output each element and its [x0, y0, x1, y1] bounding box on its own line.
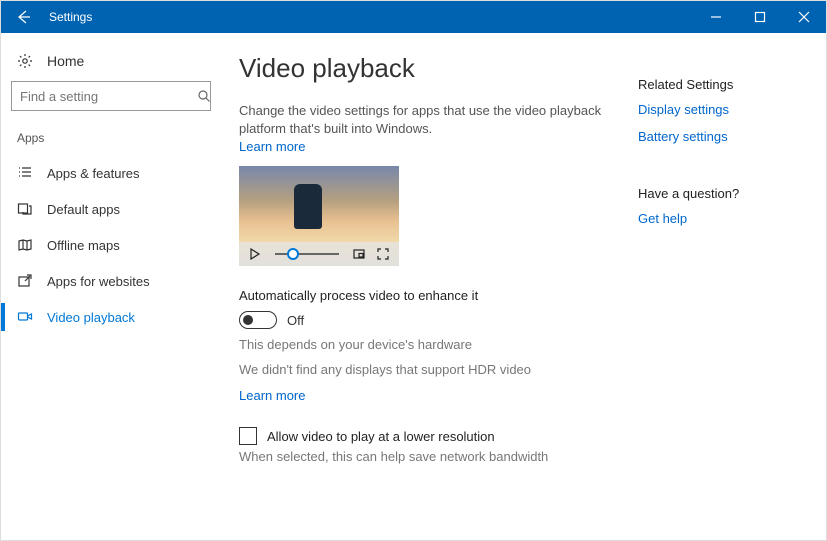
page-description: Change the video settings for apps that …: [239, 102, 632, 138]
video-icon: [17, 309, 33, 325]
back-button[interactable]: [1, 1, 45, 33]
sidebar-item-video-playback[interactable]: Video playback: [11, 299, 211, 335]
page-title: Video playback: [239, 53, 632, 84]
main-content: Video playback Change the video settings…: [239, 53, 632, 540]
hdr-hint: We didn't find any displays that support…: [239, 362, 632, 377]
window-controls: [694, 1, 826, 33]
sidebar-item-offline-maps[interactable]: Offline maps: [11, 227, 211, 263]
open-external-icon: [17, 273, 33, 289]
lower-resolution-label: Allow video to play at a lower resolutio…: [267, 429, 495, 444]
sidebar-item-label: Apps for websites: [47, 274, 150, 289]
sidebar-item-apps-websites[interactable]: Apps for websites: [11, 263, 211, 299]
window-title: Settings: [49, 10, 694, 24]
video-progress[interactable]: [275, 253, 339, 255]
defaults-icon: [17, 201, 33, 217]
pip-icon[interactable]: [351, 246, 367, 262]
preview-figure: [294, 184, 322, 229]
maximize-button[interactable]: [738, 1, 782, 33]
close-icon: [798, 11, 810, 23]
sidebar-item-label: Apps & features: [47, 166, 140, 181]
minimize-icon: [710, 11, 722, 23]
list-icon: [17, 165, 33, 181]
related-settings-heading: Related Settings: [638, 77, 802, 92]
play-icon[interactable]: [247, 246, 263, 262]
progress-thumb[interactable]: [287, 248, 299, 260]
gear-icon: [17, 53, 33, 69]
title-bar: Settings: [1, 1, 826, 33]
arrow-left-icon: [15, 9, 31, 25]
home-button[interactable]: Home: [11, 49, 211, 81]
sidebar: Home Apps Apps & features Default apps O…: [1, 33, 221, 540]
lower-resolution-checkbox[interactable]: [239, 427, 257, 445]
get-help-link[interactable]: Get help: [638, 211, 802, 226]
maximize-icon: [754, 11, 766, 23]
hardware-hint: This depends on your device's hardware: [239, 337, 632, 352]
sidebar-item-label: Default apps: [47, 202, 120, 217]
toggle-state-label: Off: [287, 313, 304, 328]
auto-process-heading: Automatically process video to enhance i…: [239, 288, 632, 303]
question-heading: Have a question?: [638, 186, 802, 201]
search-box[interactable]: [11, 81, 211, 111]
battery-settings-link[interactable]: Battery settings: [638, 129, 802, 144]
video-controls: [239, 242, 399, 266]
sidebar-item-default-apps[interactable]: Default apps: [11, 191, 211, 227]
sidebar-item-apps-features[interactable]: Apps & features: [11, 155, 211, 191]
lower-resolution-hint: When selected, this can help save networ…: [239, 449, 632, 464]
section-label: Apps: [11, 131, 211, 155]
aside-panel: Related Settings Display settings Batter…: [632, 53, 802, 540]
minimize-button[interactable]: [694, 1, 738, 33]
fullscreen-icon[interactable]: [375, 246, 391, 262]
search-icon: [196, 88, 212, 104]
video-preview[interactable]: [239, 166, 399, 266]
sidebar-item-label: Video playback: [47, 310, 135, 325]
home-label: Home: [47, 53, 84, 69]
learn-more-link[interactable]: Learn more: [239, 139, 305, 154]
close-button[interactable]: [782, 1, 826, 33]
learn-more-hdr-link[interactable]: Learn more: [239, 388, 305, 403]
display-settings-link[interactable]: Display settings: [638, 102, 802, 117]
search-input[interactable]: [20, 89, 196, 104]
sidebar-item-label: Offline maps: [47, 238, 120, 253]
auto-process-toggle[interactable]: [239, 311, 277, 329]
map-icon: [17, 237, 33, 253]
